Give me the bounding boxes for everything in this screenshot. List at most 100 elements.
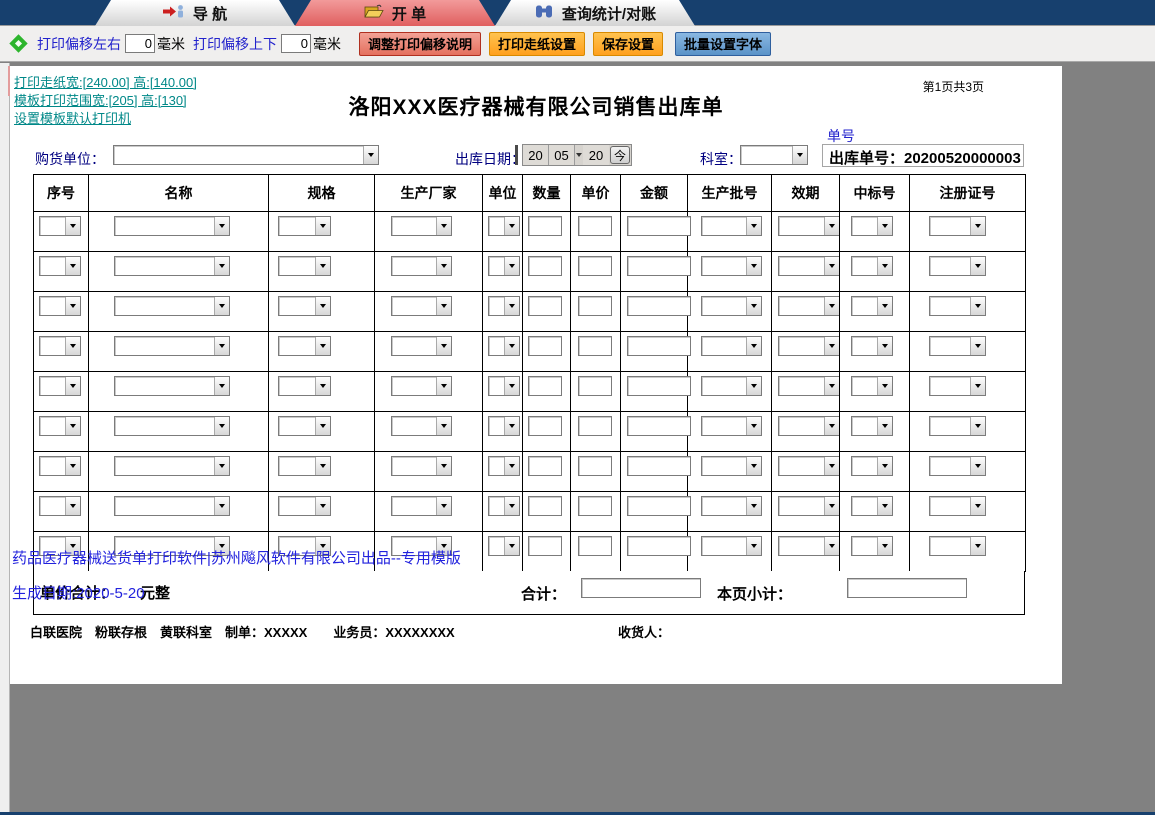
price-input[interactable] [578,216,612,236]
amount-input[interactable] [627,336,691,356]
manufacturer-combobox[interactable] [391,296,452,316]
expiry-combobox[interactable] [778,496,840,516]
bid-combobox[interactable] [851,296,893,316]
seq-combobox[interactable] [39,416,81,436]
cert-combobox[interactable] [929,416,986,436]
chevron-down-icon[interactable] [824,297,839,315]
manufacturer-combobox[interactable] [391,336,452,356]
seq-combobox[interactable] [39,496,81,516]
chevron-down-icon[interactable] [315,377,330,395]
chevron-down-icon[interactable] [65,417,80,435]
price-input[interactable] [578,376,612,396]
chevron-down-icon[interactable] [214,217,229,235]
chevron-down-icon[interactable] [436,297,451,315]
bid-combobox[interactable] [851,256,893,276]
name-combobox[interactable] [114,256,230,276]
spec-combobox[interactable] [278,216,331,236]
chevron-down-icon[interactable] [970,497,985,515]
date-picker[interactable]: 20 05 20 今 [522,144,632,166]
cert-combobox[interactable] [929,296,986,316]
chevron-down-icon[interactable] [504,457,519,475]
spec-combobox[interactable] [278,416,331,436]
unit-combobox[interactable] [488,376,520,396]
name-combobox[interactable] [114,456,230,476]
chevron-down-icon[interactable] [214,417,229,435]
chevron-down-icon[interactable] [746,417,761,435]
bid-combobox[interactable] [851,536,893,556]
chevron-down-icon[interactable] [436,257,451,275]
bid-combobox[interactable] [851,456,893,476]
cert-combobox[interactable] [929,496,986,516]
chevron-down-icon[interactable] [315,297,330,315]
unit-combobox[interactable] [488,296,520,316]
chevron-down-icon[interactable] [504,257,519,275]
batch-combobox[interactable] [701,416,762,436]
qty-input[interactable] [528,216,562,236]
manufacturer-combobox[interactable] [391,256,452,276]
chevron-down-icon[interactable] [746,497,761,515]
spec-combobox[interactable] [278,376,331,396]
batch-combobox[interactable] [701,536,762,556]
cert-combobox[interactable] [929,376,986,396]
qty-input[interactable] [528,456,562,476]
amount-input[interactable] [627,416,691,436]
offset-tb-input[interactable] [281,34,311,53]
chevron-down-icon[interactable] [65,217,80,235]
chevron-down-icon[interactable] [970,377,985,395]
chevron-down-icon[interactable] [436,497,451,515]
chevron-down-icon[interactable] [877,377,892,395]
chevron-down-icon[interactable] [877,217,892,235]
amount-input[interactable] [627,216,691,236]
total-input[interactable] [581,578,701,598]
cert-combobox[interactable] [929,216,986,236]
unit-combobox[interactable] [488,456,520,476]
expiry-combobox[interactable] [778,416,840,436]
chevron-down-icon[interactable] [65,297,80,315]
date-day-segment[interactable]: 20 [583,145,609,165]
chevron-down-icon[interactable] [214,257,229,275]
department-combobox[interactable] [740,145,808,165]
chevron-down-icon[interactable] [436,417,451,435]
seq-combobox[interactable] [39,256,81,276]
bid-combobox[interactable] [851,416,893,436]
manufacturer-combobox[interactable] [391,496,452,516]
chevron-down-icon[interactable] [504,337,519,355]
name-combobox[interactable] [114,416,230,436]
cert-combobox[interactable] [929,256,986,276]
expiry-combobox[interactable] [778,376,840,396]
tab-create-order[interactable]: 开 单 [295,0,495,26]
expiry-combobox[interactable] [778,536,840,556]
unit-combobox[interactable] [488,416,520,436]
bid-combobox[interactable] [851,216,893,236]
chevron-down-icon[interactable] [877,537,892,555]
expiry-combobox[interactable] [778,216,840,236]
price-input[interactable] [578,416,612,436]
chevron-down-icon[interactable] [315,417,330,435]
buyer-combobox[interactable] [113,145,379,165]
unit-combobox[interactable] [488,256,520,276]
chevron-down-icon[interactable] [746,297,761,315]
chevron-down-icon[interactable] [824,457,839,475]
spec-combobox[interactable] [278,456,331,476]
chevron-down-icon[interactable] [214,337,229,355]
chevron-down-icon[interactable] [363,146,378,164]
name-combobox[interactable] [114,496,230,516]
chevron-down-icon[interactable] [746,257,761,275]
chevron-down-icon[interactable] [824,417,839,435]
bid-combobox[interactable] [851,376,893,396]
chevron-down-icon[interactable] [214,457,229,475]
batch-combobox[interactable] [701,376,762,396]
date-month-segment[interactable]: 05 [549,145,575,165]
cert-combobox[interactable] [929,536,986,556]
today-button[interactable]: 今 [610,146,630,164]
chevron-down-icon[interactable] [792,146,807,164]
chevron-down-icon[interactable] [65,337,80,355]
seq-combobox[interactable] [39,456,81,476]
chevron-down-icon[interactable] [970,297,985,315]
bid-combobox[interactable] [851,336,893,356]
amount-input[interactable] [627,256,691,276]
manufacturer-combobox[interactable] [391,216,452,236]
price-input[interactable] [578,256,612,276]
offset-lr-input[interactable] [125,34,155,53]
qty-input[interactable] [528,496,562,516]
